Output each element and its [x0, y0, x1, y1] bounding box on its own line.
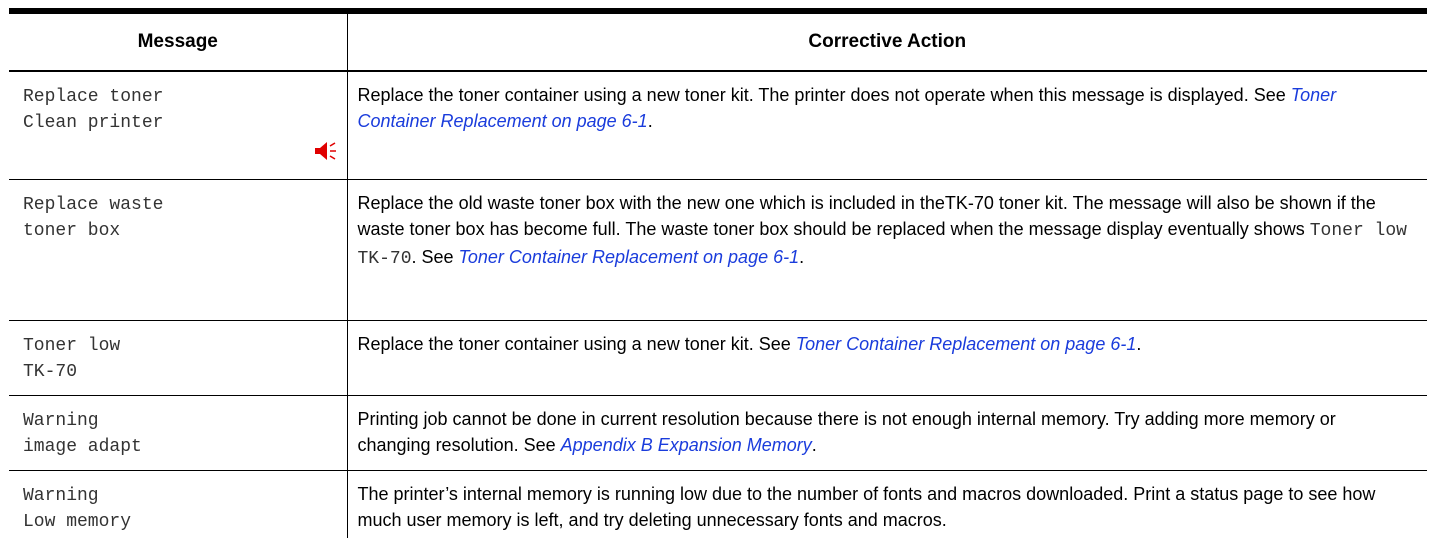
- message-cell: Replace waste toner box: [9, 179, 348, 321]
- table-row: Warning Low memory The printer’s interna…: [9, 470, 1427, 539]
- action-cell: Replace the old waste toner box with the…: [347, 179, 1428, 321]
- action-end: .: [647, 111, 653, 131]
- cross-reference-link[interactable]: Appendix B Expansion Memory: [561, 435, 812, 455]
- message-cell: Replace toner Clean printer: [9, 71, 348, 180]
- action-body: Replace the toner container using a new …: [357, 85, 1291, 105]
- table-row: Replace toner Clean printer Replace the …: [9, 71, 1427, 180]
- action-cell: Replace the toner container using a new …: [347, 71, 1427, 180]
- action-body: Replace the old waste toner box with the…: [357, 193, 1376, 239]
- cross-reference-link[interactable]: Toner Container Replacement on page 6-1: [796, 334, 1137, 354]
- action-body: Printing job cannot be done in current r…: [357, 409, 1336, 455]
- action-body: Replace the toner container using a new …: [357, 334, 796, 354]
- action-end: .: [811, 435, 817, 455]
- message-text: Warning image adapt: [23, 411, 142, 457]
- action-mid: . See: [411, 247, 459, 267]
- action-end: .: [799, 247, 805, 267]
- message-text: Replace waste toner box: [23, 195, 164, 241]
- message-text: Toner low TK-70: [23, 336, 121, 382]
- action-text: Replace the toner container using a new …: [348, 321, 1428, 357]
- header-corrective-action: Corrective Action: [347, 8, 1427, 72]
- action-text: Replace the old waste toner box with the…: [348, 180, 1428, 272]
- table-row: Warning image adapt Printing job cannot …: [9, 395, 1428, 471]
- action-end: .: [1136, 334, 1142, 354]
- message-cell: Warning image adapt: [9, 395, 348, 471]
- header-message: Message: [9, 8, 348, 72]
- action-text: Replace the toner container using a new …: [348, 72, 1428, 134]
- action-text: Printing job cannot be done in current r…: [348, 396, 1428, 458]
- action-cell: The printer’s internal memory is running…: [347, 471, 1427, 539]
- message-text: Warning Low memory: [23, 486, 132, 532]
- error-messages-table: Message Corrective Action Replace toner …: [9, 8, 1427, 538]
- action-cell: Printing job cannot be done in current r…: [347, 395, 1428, 471]
- speaker-alarm-icon: [314, 142, 336, 160]
- table-row: Toner low TK-70 Replace the toner contai…: [9, 320, 1428, 396]
- table-header-row: Message Corrective Action: [9, 8, 1427, 72]
- action-text: The printer’s internal memory is running…: [357, 484, 1376, 530]
- action-cell: Replace the toner container using a new …: [347, 320, 1428, 396]
- message-cell: Toner low TK-70: [9, 320, 348, 396]
- cross-reference-link[interactable]: Toner Container Replacement on page 6-1: [459, 247, 800, 267]
- message-text: Replace toner Clean printer: [23, 87, 164, 133]
- message-cell: Warning Low memory: [9, 470, 348, 538]
- table-row: Replace waste toner box Replace the old …: [9, 179, 1428, 321]
